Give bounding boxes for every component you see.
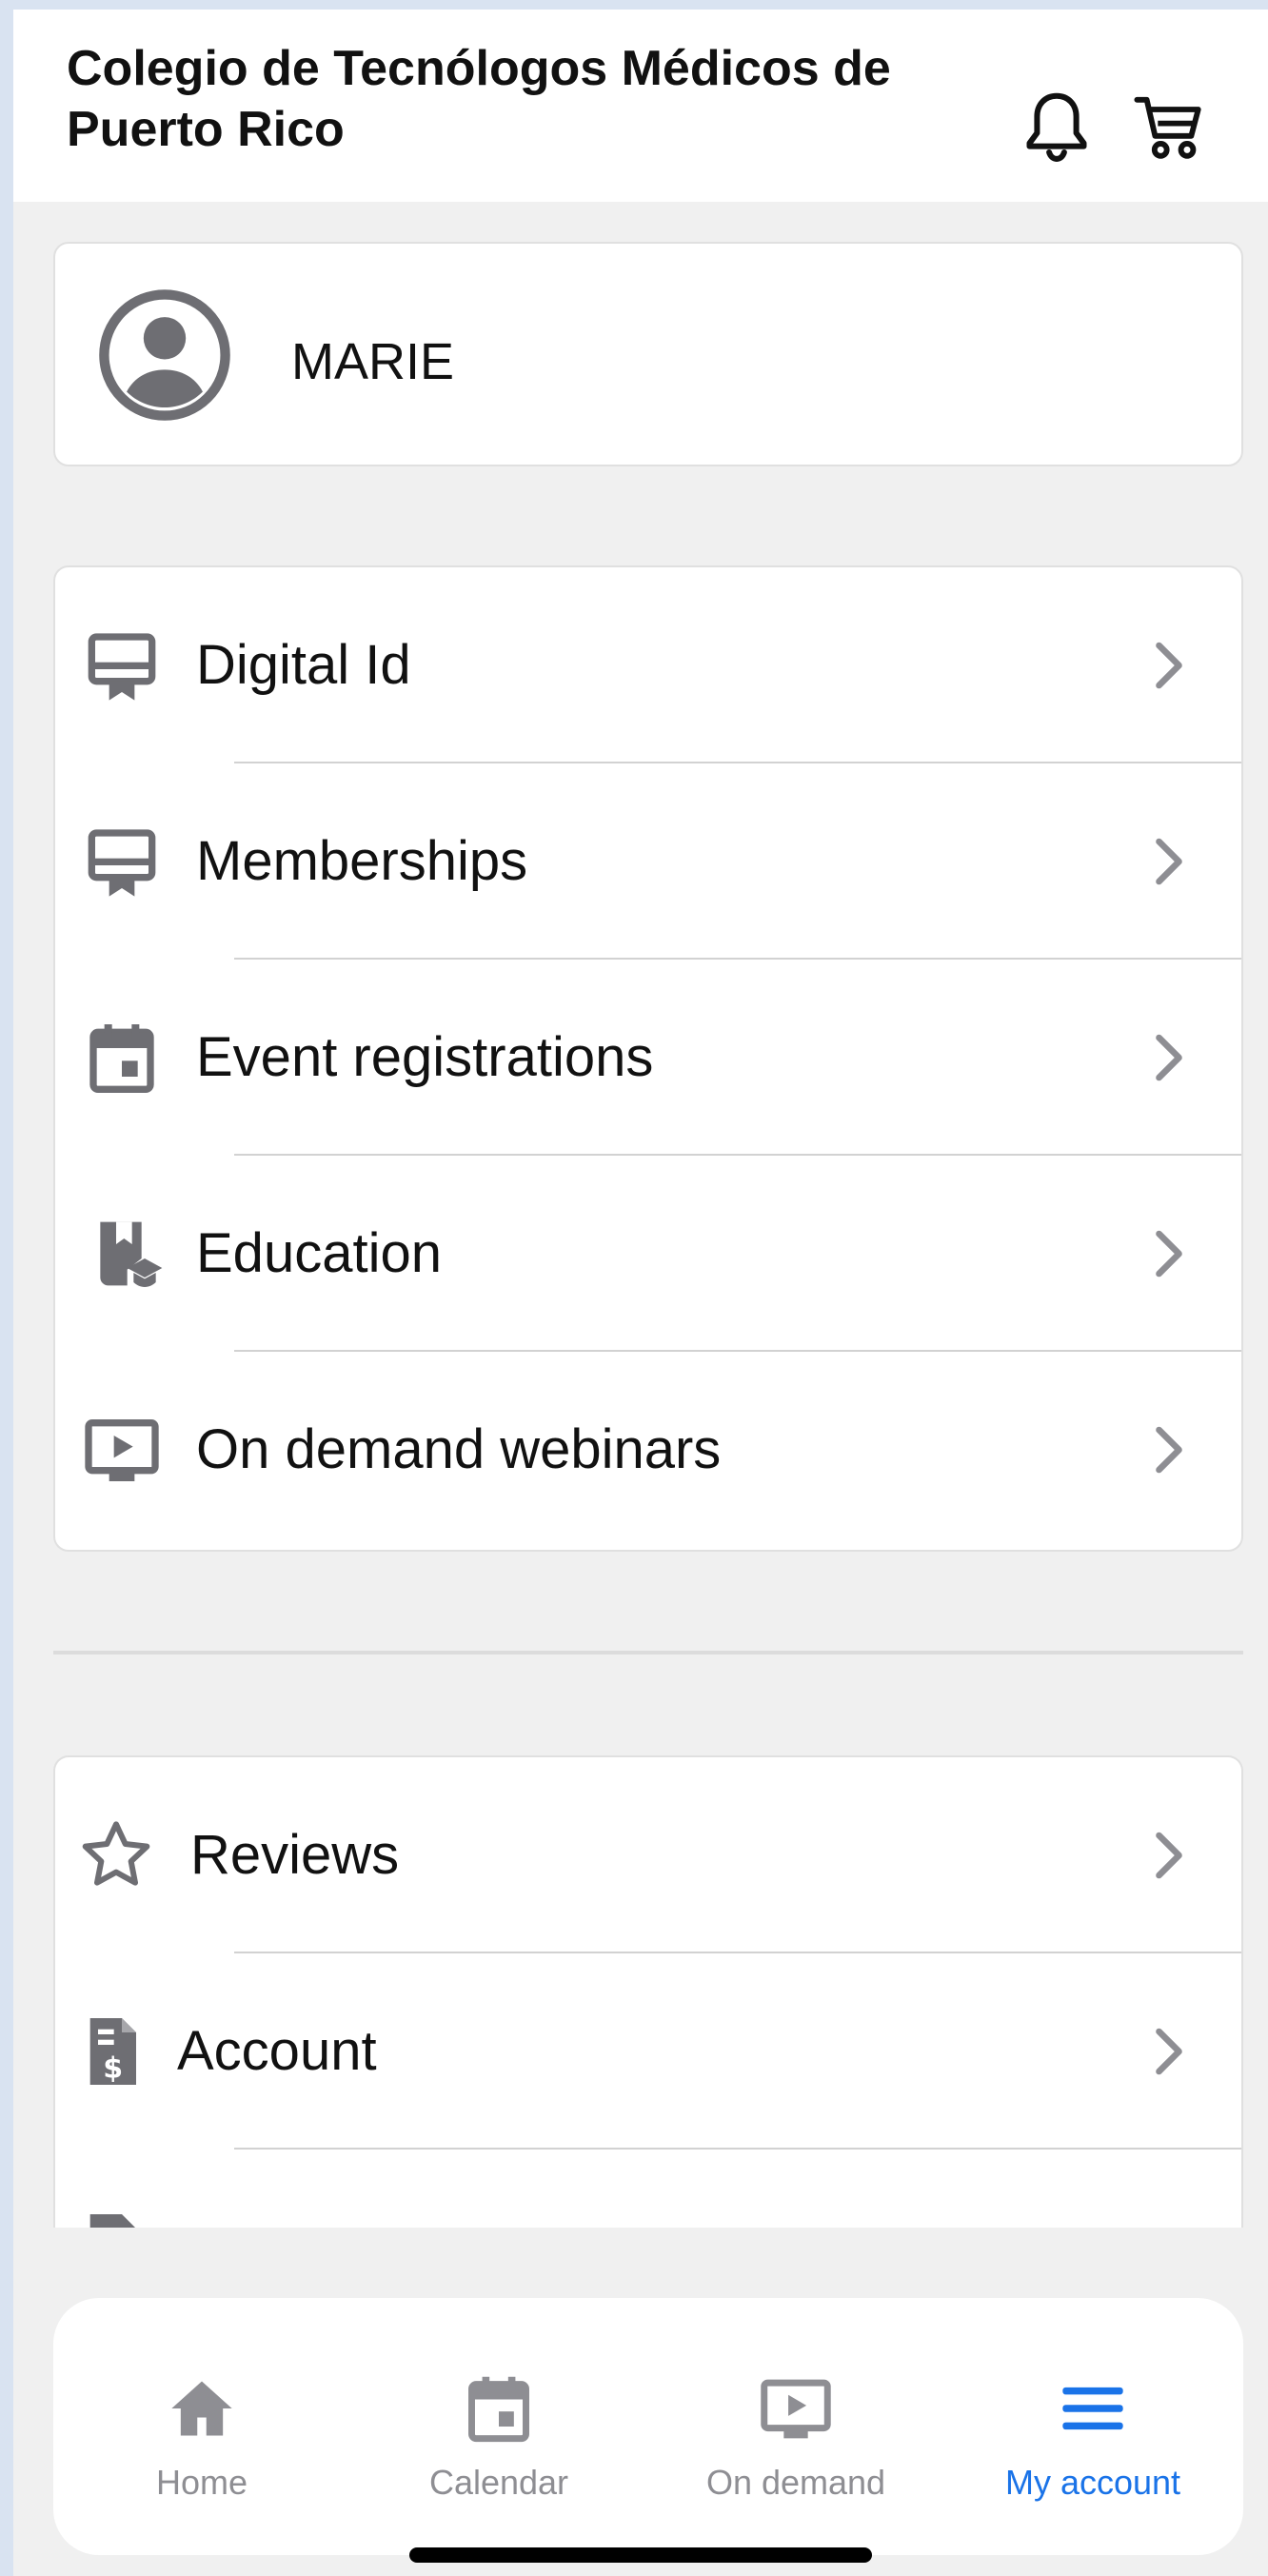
- tab-label: On demand: [705, 2463, 886, 2502]
- menu-item-digital-id[interactable]: Digital Id: [55, 567, 1241, 763]
- menu-item-label: Account: [177, 2020, 377, 2082]
- menu-item-label: Memberships: [196, 830, 528, 892]
- tab-calendar[interactable]: Calendar: [350, 2298, 647, 2555]
- tab-label: Home: [155, 2463, 248, 2502]
- chevron-right-icon: [1152, 1228, 1186, 1279]
- menu-item-education[interactable]: Education: [55, 1156, 1241, 1352]
- menu-item-account[interactable]: $ Account: [55, 1953, 1241, 2150]
- cart-icon[interactable]: [1133, 88, 1205, 168]
- app-header: Colegio de Tecnólogos Médicos de Puerto …: [13, 10, 1268, 202]
- calendar-icon: [461, 2372, 537, 2445]
- menu-item-on-demand-webinars[interactable]: On demand webinars: [55, 1352, 1241, 1548]
- chevron-right-icon: [1152, 1424, 1186, 1476]
- tab-my-account[interactable]: My account: [944, 2298, 1241, 2555]
- calendar-icon: [84, 1019, 160, 1097]
- chevron-right-icon: [1152, 2026, 1186, 2077]
- video-play-icon: [84, 1411, 160, 1489]
- menu-item-event-registrations[interactable]: Event registrations: [55, 960, 1241, 1156]
- account-menu-card: Digital Id Memberships Event registratio…: [53, 565, 1243, 1552]
- star-icon: [78, 1816, 154, 1894]
- tab-on-demand[interactable]: On demand: [647, 2298, 944, 2555]
- section-divider: [53, 1651, 1243, 1655]
- badge-icon: [84, 822, 160, 901]
- menu-item-reviews[interactable]: Reviews: [55, 1757, 1241, 1953]
- user-circle-icon: [97, 287, 232, 423]
- tab-bar: Home Calendar On demand My account: [53, 2298, 1243, 2555]
- home-indicator[interactable]: [409, 2547, 872, 2563]
- profile-card[interactable]: MARIE: [53, 242, 1243, 466]
- invoice-dollar-icon: $: [74, 2012, 150, 2091]
- page-title: Colegio de Tecnólogos Médicos de Puerto …: [67, 41, 891, 157]
- home-icon: [164, 2372, 240, 2445]
- menu-icon: [1055, 2372, 1131, 2445]
- app-screen: Colegio de Tecnólogos Médicos de Puerto …: [13, 10, 1268, 2576]
- menu-item-label: Reviews: [190, 1824, 400, 1886]
- menu-item-memberships[interactable]: Memberships: [55, 763, 1241, 960]
- menu-item-label: Education: [196, 1222, 442, 1284]
- chevron-right-icon: [1152, 1830, 1186, 1881]
- tab-home[interactable]: Home: [53, 2298, 350, 2555]
- profile-name: MARIE: [291, 333, 455, 390]
- menu-item-label: Digital Id: [196, 634, 411, 696]
- tab-label: My account: [1004, 2463, 1181, 2502]
- badge-icon: [84, 626, 160, 704]
- svg-text:$: $: [103, 2052, 123, 2086]
- video-play-icon: [758, 2372, 834, 2445]
- chevron-right-icon: [1152, 1032, 1186, 1083]
- bell-icon[interactable]: [1020, 88, 1093, 168]
- settings-menu-card: Reviews $ Account: [53, 1755, 1243, 2289]
- menu-item-label: On demand webinars: [196, 1418, 722, 1480]
- book-graduation-icon: [88, 1215, 164, 1293]
- chevron-right-icon: [1152, 836, 1186, 887]
- menu-item-label: Event registrations: [196, 1026, 654, 1088]
- tab-label: Calendar: [428, 2463, 569, 2502]
- chevron-right-icon: [1152, 640, 1186, 691]
